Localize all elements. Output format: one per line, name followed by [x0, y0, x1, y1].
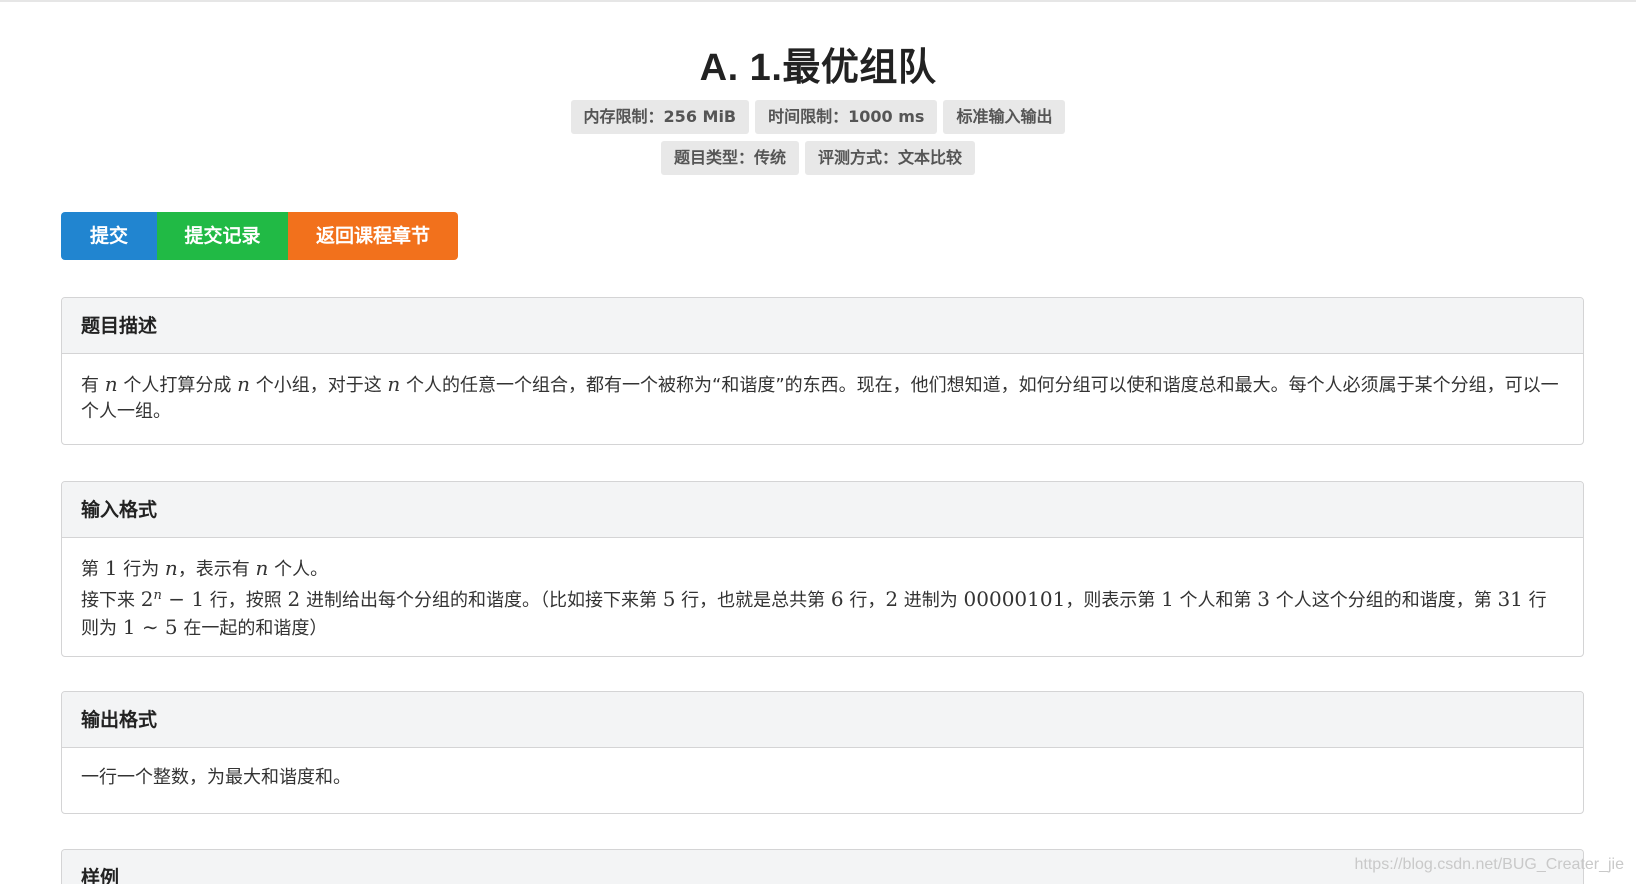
- input-format-section: 输入格式 第 1 行为 n，表示有 n 个人。 接下来 2n − 1 行，按照 …: [61, 481, 1584, 657]
- meta-row-limits: 内存限制：256 MiB 时间限制：1000 ms 标准输入输出: [0, 100, 1636, 134]
- memory-limit-badge: 内存限制：256 MiB: [570, 100, 750, 134]
- problem-page: A. 1.最优组队 内存限制：256 MiB 时间限制：1000 ms 标准输入…: [0, 0, 1636, 884]
- description-text: 有 n 个人打算分成 n 个小组，对于这 n 个人的任意一个组合，都有一个被称为…: [81, 372, 1559, 422]
- section-title: 输出格式: [62, 692, 1583, 748]
- problem-type-badge: 题目类型：传统: [660, 141, 799, 175]
- submit-button[interactable]: 提交: [61, 212, 157, 260]
- action-button-group: 提交 提交记录 返回课程章节: [61, 212, 458, 260]
- io-type-badge: 标准输入输出: [943, 100, 1066, 134]
- input-format-text: 第 1 行为 n，表示有 n 个人。 接下来 2n − 1 行，按照 2 进制给…: [62, 538, 1583, 642]
- input-line-2: 接下来 2n − 1 行，按照 2 进制给出每个分组的和谐度。（比如接下来第 5…: [81, 587, 1547, 639]
- output-format-section: 输出格式 一行一个整数，为最大和谐度和。: [61, 691, 1584, 814]
- judge-mode-badge: 评测方式：文本比较: [805, 141, 976, 175]
- time-limit-badge: 时间限制：1000 ms: [755, 100, 938, 134]
- watermark: https://blog.csdn.net/BUG_Creater_jie: [1354, 856, 1624, 873]
- meta-row-type: 题目类型：传统 评测方式：文本比较: [0, 141, 1636, 175]
- submission-records-button[interactable]: 提交记录: [157, 212, 288, 260]
- output-format-text: 一行一个整数，为最大和谐度和。: [81, 767, 351, 788]
- section-title: 输入格式: [62, 482, 1583, 538]
- input-line-1: 第 1 行为 n，表示有 n 个人。: [81, 556, 329, 580]
- back-to-chapter-button[interactable]: 返回课程章节: [288, 212, 458, 260]
- problem-title: A. 1.最优组队: [699, 47, 937, 89]
- section-title: 题目描述: [62, 298, 1583, 354]
- description-section: 题目描述 有 n 个人打算分成 n 个小组，对于这 n 个人的任意一个组合，都有…: [61, 297, 1584, 445]
